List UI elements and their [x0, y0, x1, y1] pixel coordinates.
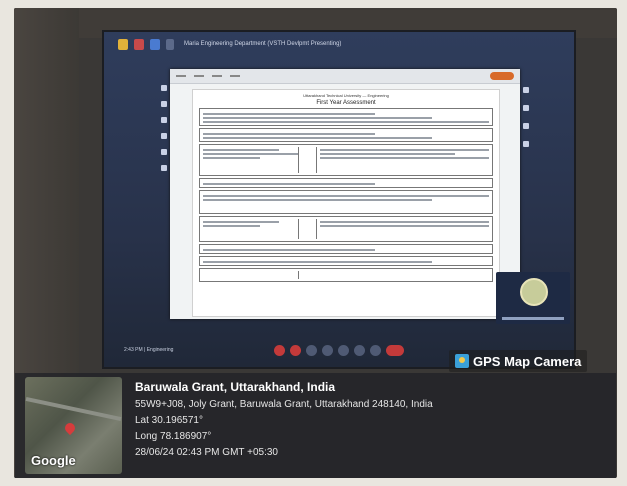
- section-notes: [199, 256, 493, 266]
- text-icon[interactable]: [161, 165, 167, 171]
- longitude: Long 78.186907°: [135, 431, 212, 442]
- gps-camera-label: GPS Map Camera: [473, 353, 582, 369]
- eraser-icon[interactable]: [161, 133, 167, 139]
- notes-icon[interactable]: [118, 38, 128, 50]
- menu-file[interactable]: [176, 75, 186, 77]
- section-c: [199, 128, 493, 142]
- location-address: 55W9+J08, Joly Grant, Baruwala Grant, Ut…: [135, 399, 433, 410]
- location-title: Baruwala Grant, Uttarakhand, India: [135, 380, 336, 394]
- meeting-titlebar: Maria Engineering Department (VSTH Devlp…: [104, 32, 574, 56]
- document-toolbar: [170, 69, 520, 84]
- share-button[interactable]: [490, 72, 514, 80]
- section-observation-2: [199, 244, 493, 254]
- record-icon[interactable]: [134, 38, 144, 50]
- total-row: [199, 268, 493, 282]
- participants-icon[interactable]: [150, 38, 160, 50]
- menu-insert[interactable]: [230, 75, 240, 77]
- google-logo: Google: [31, 453, 76, 468]
- section-observation-1: [199, 178, 493, 188]
- meeting-time-label: 2:43 PM | Engineering: [124, 347, 174, 353]
- meeting-title: Maria Engineering Department (VSTH Devlp…: [184, 41, 342, 47]
- select-icon[interactable]: [161, 85, 167, 91]
- window-icon: [166, 38, 174, 50]
- section-b: [199, 108, 493, 126]
- shared-document-window: Uttarakhand Technical University — Engin…: [161, 69, 529, 319]
- section-description: [199, 190, 493, 214]
- menu-view[interactable]: [212, 75, 222, 77]
- more-options-icon[interactable]: [370, 344, 382, 356]
- timestamp: 28/06/24 02:43 PM GMT +05:30: [135, 447, 278, 458]
- comment-icon[interactable]: [523, 87, 529, 93]
- pen-icon[interactable]: [161, 101, 167, 107]
- map-pin-icon: [62, 420, 78, 436]
- camera-off-icon[interactable]: [290, 344, 302, 356]
- add-icon[interactable]: [523, 141, 529, 147]
- document-page: Uttarakhand Technical University — Engin…: [192, 89, 500, 317]
- present-icon[interactable]: [338, 344, 350, 356]
- latitude: Lat 30.196571°: [135, 415, 203, 426]
- raise-hand-icon[interactable]: [354, 344, 366, 356]
- page-header: Uttarakhand Technical University — Engin…: [303, 93, 389, 98]
- reactions-icon[interactable]: [322, 344, 334, 356]
- map-thumbnail: Google: [25, 377, 122, 474]
- document-left-toolbar: [160, 85, 168, 315]
- meeting-screen: Maria Engineering Department (VSTH Devlp…: [102, 30, 576, 369]
- highlight-icon[interactable]: [161, 117, 167, 123]
- location-info: Baruwala Grant, Uttarakhand, India 55W9+…: [135, 380, 433, 458]
- location-overlay: Google Baruwala Grant, Uttarakhand, Indi…: [15, 373, 616, 478]
- page-title: First Year Assessment: [316, 100, 376, 106]
- end-call-button[interactable]: [386, 344, 405, 356]
- assessment-row-1: [199, 144, 493, 176]
- bookmark-icon[interactable]: [523, 105, 529, 111]
- gps-camera-icon: [455, 354, 469, 368]
- assessment-row-2: [199, 216, 493, 242]
- map-road: [25, 396, 122, 422]
- gps-camera-badge: GPS Map Camera: [449, 350, 588, 372]
- participant-video-tile[interactable]: [496, 272, 570, 324]
- participant-name-label: [502, 317, 564, 320]
- mic-off-icon[interactable]: [274, 344, 286, 356]
- settings-icon[interactable]: [523, 123, 529, 129]
- menu-edit[interactable]: [194, 75, 204, 77]
- captions-icon[interactable]: [306, 344, 318, 356]
- participant-avatar: [520, 278, 548, 306]
- shape-icon[interactable]: [161, 149, 167, 155]
